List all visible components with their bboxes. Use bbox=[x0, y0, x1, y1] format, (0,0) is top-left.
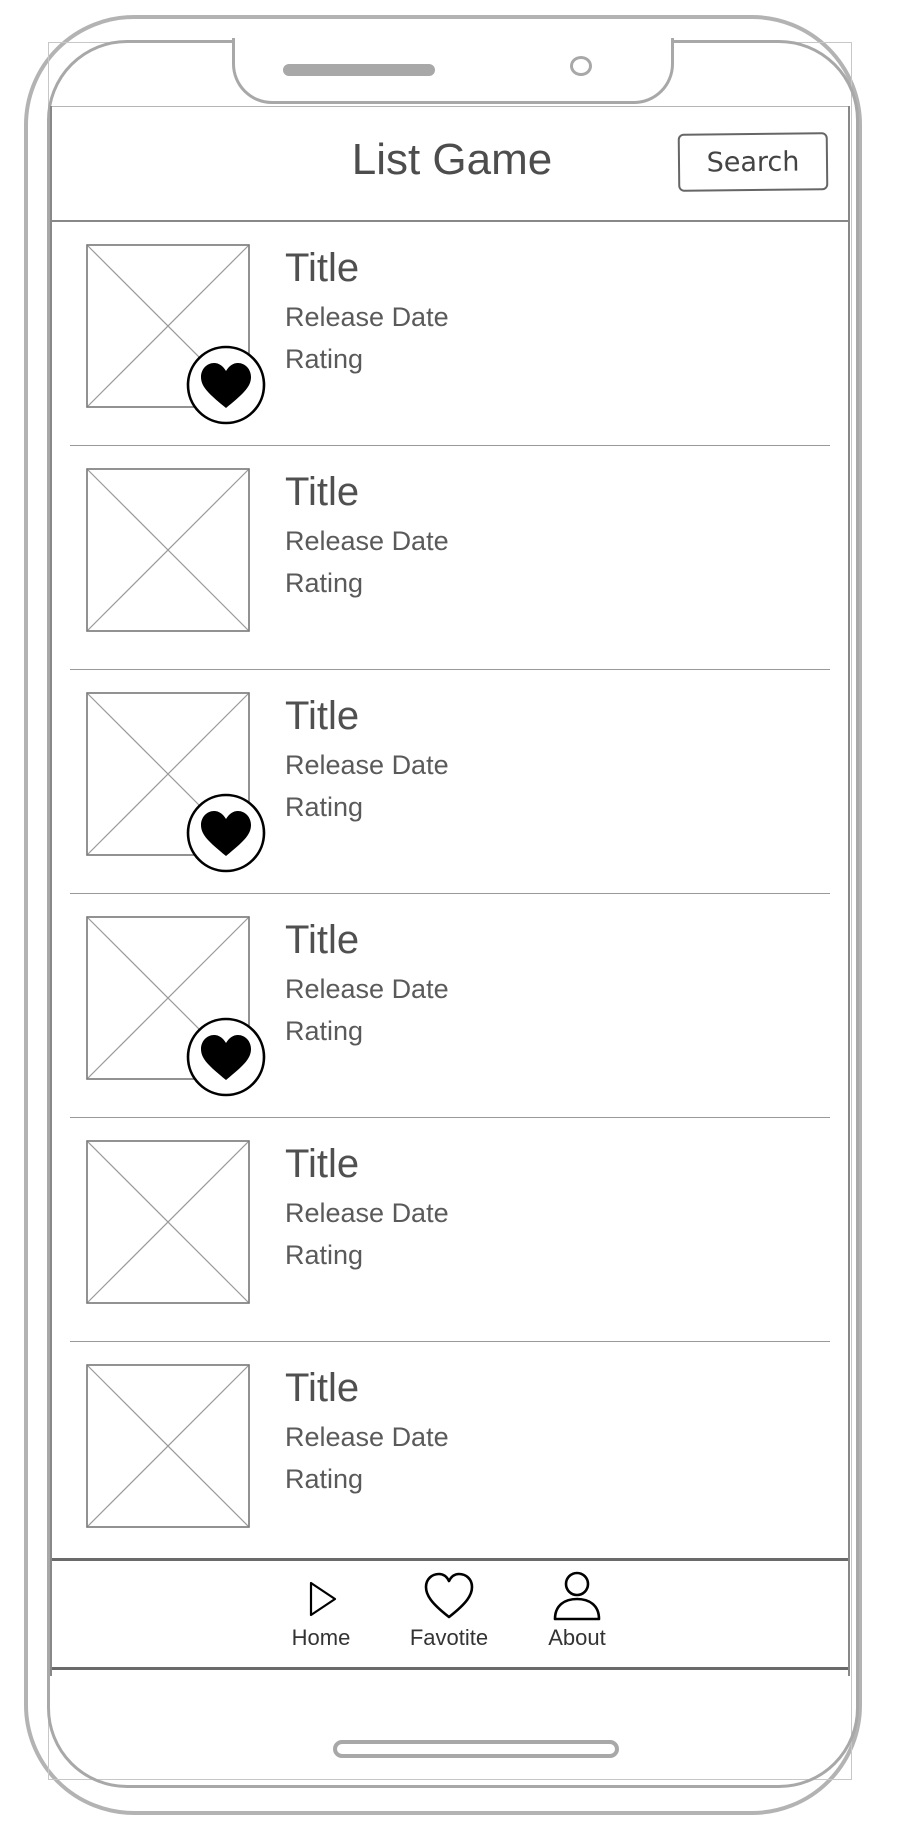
play-icon bbox=[309, 1581, 337, 1617]
game-title: Title bbox=[285, 470, 360, 514]
game-thumbnail-placeholder bbox=[86, 1364, 250, 1528]
game-title: Title bbox=[285, 1366, 360, 1410]
nav-about-label: About bbox=[548, 1625, 606, 1650]
nav-home-label: Home bbox=[291, 1625, 351, 1650]
speaker-grille bbox=[283, 64, 435, 76]
user-icon bbox=[553, 1571, 601, 1621]
game-release-date: Release Date bbox=[285, 302, 449, 332]
game-title: Title bbox=[285, 694, 360, 738]
game-release-date: Release Date bbox=[285, 526, 449, 556]
home-indicator bbox=[333, 1740, 619, 1758]
game-title: Title bbox=[285, 918, 360, 962]
app-screen: List Game Search Title Release Date Rating… bbox=[50, 106, 850, 1676]
game-release-date: Release Date bbox=[285, 1422, 449, 1452]
game-rating: Rating bbox=[285, 1016, 364, 1046]
favorite-heart-icon[interactable] bbox=[185, 1016, 267, 1098]
game-rating: Rating bbox=[285, 792, 364, 822]
game-title: Title bbox=[285, 1142, 360, 1186]
game-rating: Rating bbox=[285, 1464, 364, 1494]
game-list-item[interactable]: Title Release Date Rating bbox=[70, 1342, 830, 1566]
game-list-item[interactable]: Title Release Date Rating bbox=[70, 670, 830, 894]
game-list-item[interactable]: Title Release Date Rating bbox=[70, 446, 830, 670]
game-thumbnail-placeholder bbox=[86, 1140, 250, 1304]
nav-about[interactable]: About bbox=[522, 1569, 632, 1661]
app-header: List Game Search bbox=[52, 106, 848, 222]
game-list-item[interactable]: Title Release Date Rating bbox=[70, 1118, 830, 1342]
heart-outline-icon bbox=[424, 1572, 474, 1619]
nav-favorite[interactable]: Favotite bbox=[394, 1569, 504, 1661]
favorite-heart-icon[interactable] bbox=[185, 792, 267, 874]
game-rating: Rating bbox=[285, 568, 364, 598]
nav-home[interactable]: Home bbox=[266, 1569, 376, 1661]
game-list-item[interactable]: Title Release Date Rating bbox=[70, 222, 830, 446]
bottom-nav: Home Favotite About bbox=[52, 1558, 848, 1670]
nav-favorite-label: Favotite bbox=[409, 1625, 489, 1650]
game-release-date: Release Date bbox=[285, 974, 449, 1004]
game-thumbnail-placeholder bbox=[86, 468, 250, 632]
game-list: Title Release Date Rating Title Release Date… bbox=[52, 222, 848, 1566]
favorite-heart-icon[interactable] bbox=[185, 344, 267, 426]
game-title: Title bbox=[285, 246, 360, 290]
game-list-item[interactable]: Title Release Date Rating bbox=[70, 894, 830, 1118]
game-release-date: Release Date bbox=[285, 1198, 449, 1228]
game-rating: Rating bbox=[285, 344, 364, 374]
game-release-date: Release Date bbox=[285, 750, 449, 780]
front-camera bbox=[570, 56, 592, 76]
game-rating: Rating bbox=[285, 1240, 364, 1270]
search-button[interactable]: Search bbox=[677, 132, 829, 192]
